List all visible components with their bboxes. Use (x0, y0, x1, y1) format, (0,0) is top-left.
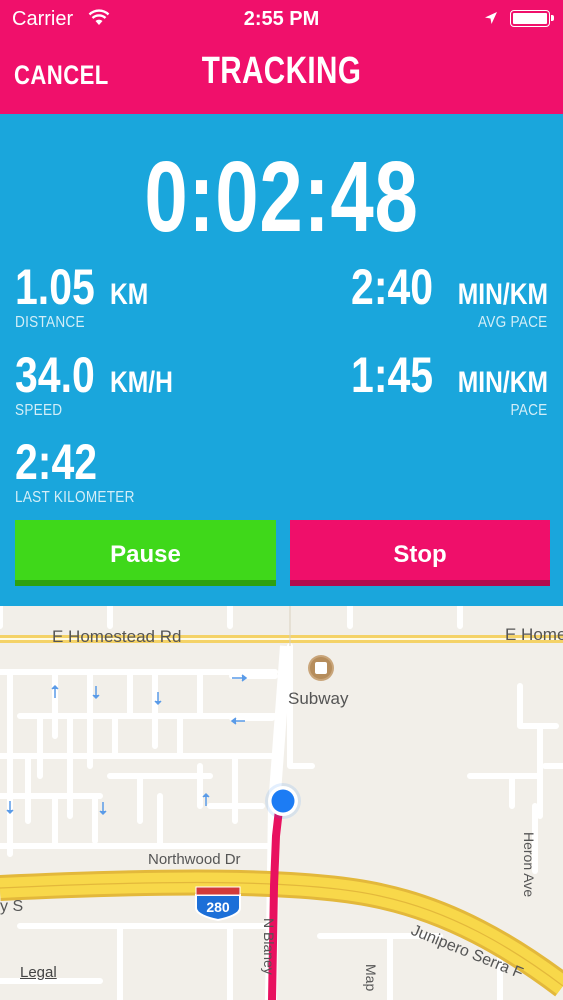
road-label-homestead-right: E Home (505, 625, 563, 644)
location-arrow-icon (484, 11, 498, 30)
speed-unit: KM/H (110, 366, 174, 399)
map-canvas: 280 E Homestead Rd E Home Subway Northwo… (0, 606, 563, 1000)
distance-stat: 1.05 KM DISTANCE (15, 258, 157, 332)
nav-bar: CANCEL TRACKING (0, 38, 563, 114)
pace-label: PACE (510, 402, 548, 419)
legal-link[interactable]: Legal (20, 964, 57, 981)
battery-icon (510, 10, 554, 27)
road-label-homestead: E Homestead Rd (52, 627, 181, 646)
stop-button[interactable]: Stop (290, 520, 550, 586)
route-map[interactable]: 280 E Homestead Rd E Home Subway Northwo… (0, 606, 563, 1000)
last-kilometer-label: LAST KILOMETER (15, 489, 135, 506)
last-kilometer-value: 2:42 (15, 434, 98, 490)
interstate-shield: 280 (195, 886, 241, 922)
pace-stat: 1:45 MIN/KM PACE (333, 346, 548, 420)
status-bar: Carrier 2:55 PM (0, 0, 563, 38)
pace-value: 1:45 (351, 347, 434, 403)
page-title: TRACKING (201, 50, 362, 92)
tracking-stats-panel: 0:02:48 1.05 KM DISTANCE 2:40 MIN/KM AVG … (0, 114, 563, 606)
road-label-heron: Heron Ave (521, 832, 537, 897)
road-label-map: Map (363, 964, 379, 991)
status-time: 2:55 PM (243, 8, 320, 30)
avg-pace-label: AVG PACE (478, 314, 548, 331)
pause-button[interactable]: Pause (15, 520, 276, 586)
road-label-northwood: Northwood Dr (148, 851, 241, 868)
elapsed-timer: 0:02:48 (144, 141, 419, 253)
distance-label: DISTANCE (15, 314, 85, 331)
distance-value: 1.05 (15, 259, 95, 315)
user-location-icon (265, 783, 301, 819)
avg-pace-unit: MIN/KM (457, 278, 548, 311)
distance-unit: KM (110, 278, 149, 311)
speed-stat: 34.0 KM/H SPEED (15, 346, 187, 420)
highway-shield-label: 280 (206, 899, 230, 915)
road-label-blaney: N Blaney (261, 918, 277, 975)
road-label-left-fragment: y S (0, 898, 23, 915)
avg-pace-stat: 2:40 MIN/KM AVG PACE (333, 258, 548, 332)
pace-unit: MIN/KM (457, 366, 548, 399)
speed-value: 34.0 (15, 347, 95, 403)
poi-label-subway: Subway (288, 689, 349, 708)
last-kilometer-stat: 2:42 LAST KILOMETER (15, 433, 156, 507)
restaurant-icon[interactable] (308, 655, 334, 681)
avg-pace-value: 2:40 (351, 259, 434, 315)
speed-label: SPEED (15, 402, 63, 419)
